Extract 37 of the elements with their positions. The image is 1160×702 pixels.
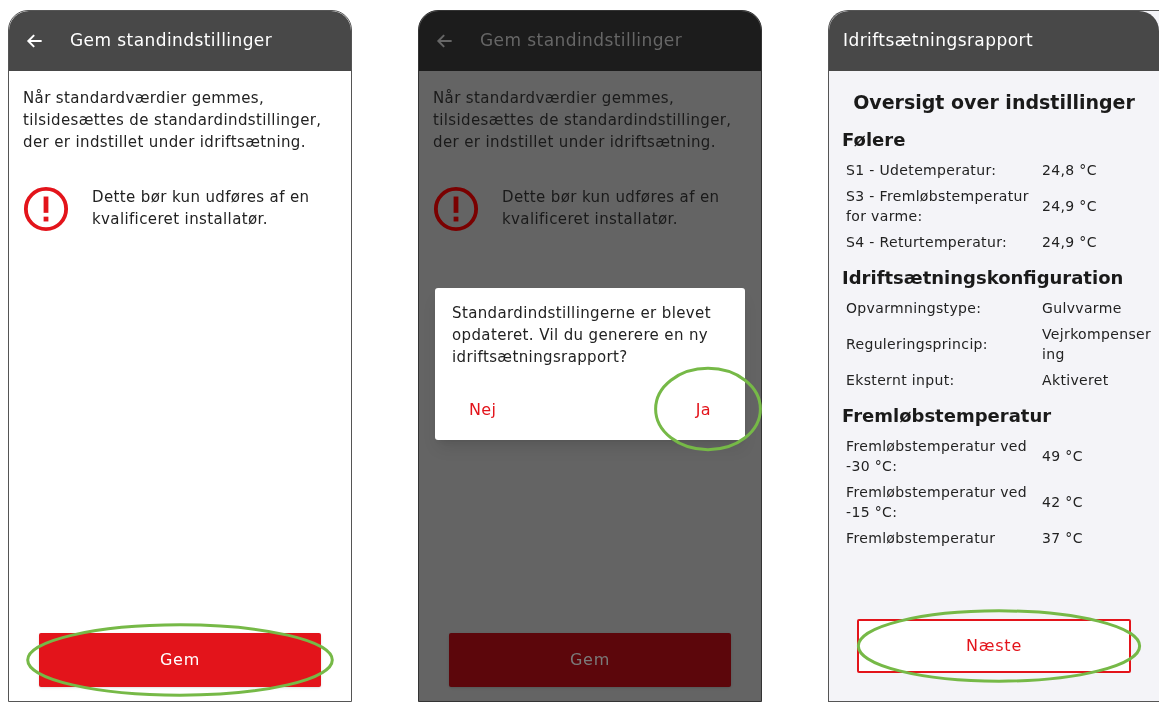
setting-value: Gulvvarme — [1042, 298, 1123, 318]
setting-value: 42 °C — [1042, 492, 1084, 512]
screen-title: Gem standindstillinger — [70, 29, 273, 53]
warning-icon — [433, 186, 479, 232]
intro-text: Når standardværdier gemmes, tilsidesættes de standardindstillinger, der er indstillet under idriftsætning. — [432, 88, 733, 153]
setting-label: Fremløbstemperatur — [845, 528, 997, 548]
intro-text: Når standardværdier gemmes, tilsidesættes de standardindstillinger, der er indstillet under idriftsætning. — [22, 88, 323, 153]
dialog-button[interactable]: Nej — [467, 398, 499, 422]
setting-value: 24,9 °C — [1042, 196, 1098, 216]
setting-label: Eksternt input: — [845, 370, 956, 390]
setting-label: S3 - Fremløbstemperatur for varme: — [845, 186, 1030, 226]
screen-title: Idriftsætningsrapport — [843, 29, 1033, 53]
save-button[interactable]: Gem — [449, 633, 731, 687]
setting-value: 24,9 °C — [1042, 232, 1098, 252]
setting-label: S4 - Returtemperatur: — [845, 232, 1009, 252]
setting-label: Fremløbstemperatur ved -15 °C: — [845, 482, 1028, 522]
warning-text: Dette bør kun udføres af en kvalificeret installatør. — [92, 187, 311, 230]
save-button[interactable]: Gem — [39, 633, 321, 687]
setting-value: Vejrkompensering — [1042, 324, 1152, 364]
setting-label: Fremløbstemperatur ved -30 °C: — [845, 436, 1028, 476]
setting-value: 49 °C — [1042, 446, 1084, 466]
warning-text: Dette bør kun udføres af en kvalificeret installatør. — [502, 187, 721, 230]
setting-label: Opvarmningstype: — [845, 298, 983, 318]
setting-value: 37 °C — [1042, 528, 1084, 548]
next-button[interactable]: Næste — [857, 619, 1131, 673]
warning-icon — [23, 186, 69, 232]
setting-label: S1 - Udetemperatur: — [845, 160, 998, 180]
dialog-message: Standardindstillingerne er blevet opdateret. Vil du generere en ny idriftsætningsrapport? — [452, 303, 712, 368]
setting-label: Reguleringsprincip: — [845, 334, 989, 354]
setting-value: 24,8 °C — [1042, 160, 1098, 180]
section-title: Idriftsætningskonfiguration — [842, 265, 1125, 290]
dialog-button[interactable]: Ja — [693, 398, 713, 422]
section-title: Fremløbstemperatur — [842, 403, 1053, 428]
setting-value: Aktiveret — [1042, 370, 1110, 390]
screen-title: Gem standindstillinger — [480, 29, 683, 53]
report-heading: Oversigt over indstillinger — [852, 90, 1136, 115]
section-title: Følere — [842, 127, 907, 152]
